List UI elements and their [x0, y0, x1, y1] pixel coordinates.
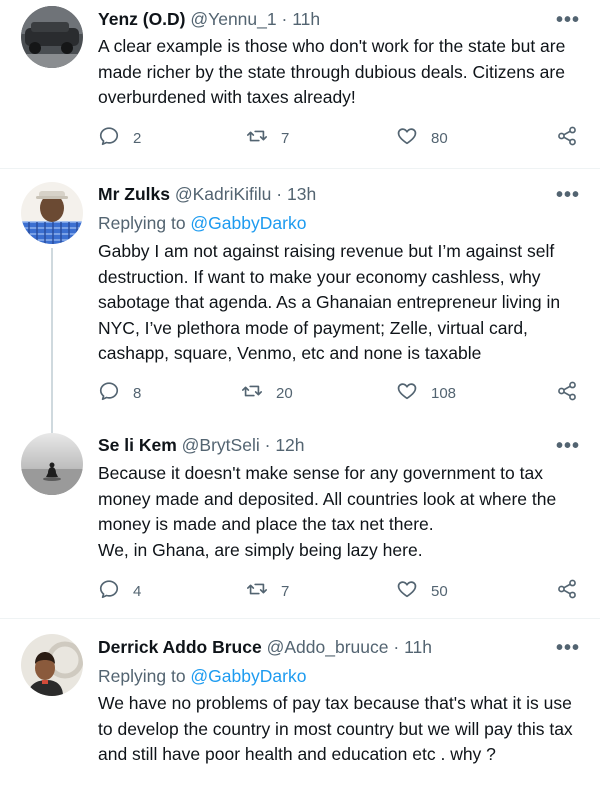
- retweet-button[interactable]: 7: [246, 126, 289, 150]
- share-button[interactable]: [556, 381, 578, 405]
- share-icon: [556, 125, 578, 152]
- share-button[interactable]: [556, 579, 578, 603]
- display-name[interactable]: Yenz (O.D): [98, 9, 186, 29]
- avatar-se-li-kem[interactable]: [21, 433, 83, 495]
- like-button[interactable]: 108: [396, 381, 456, 405]
- tweet-paragraph: Gabby I am not against raising revenue b…: [98, 241, 561, 363]
- reply-icon: [98, 125, 120, 152]
- retweet-icon: [241, 380, 263, 407]
- more-icon[interactable]: •••: [556, 185, 580, 205]
- action-bar: 4 7 50: [98, 579, 588, 603]
- tweet-header: Derrick Addo Bruce @Addo_bruuce · 11h: [98, 636, 432, 658]
- retweet-button[interactable]: 7: [246, 579, 289, 603]
- tweet-header: Yenz (O.D) @Yennu_1 · 11h: [98, 8, 320, 30]
- user-handle[interactable]: @Addo_bruuce: [267, 637, 389, 657]
- retweet-icon: [246, 125, 268, 152]
- retweet-button[interactable]: 20: [241, 381, 293, 405]
- separator-dot: ·: [281, 9, 288, 29]
- avatar-yenz[interactable]: [21, 6, 83, 68]
- timestamp[interactable]: 13h: [287, 184, 316, 204]
- tweet-header: Mr Zulks @KadriKifilu · 13h: [98, 183, 316, 205]
- reply-button[interactable]: 8: [98, 381, 141, 405]
- heart-icon: [396, 380, 418, 407]
- like-button[interactable]: 80: [396, 126, 448, 150]
- action-bar: 2 7 80: [98, 126, 588, 150]
- separator-dot: ·: [393, 637, 400, 657]
- reply-count: 4: [133, 582, 142, 600]
- like-count: 50: [431, 582, 448, 600]
- action-bar: 8 20 108: [98, 381, 588, 405]
- user-handle[interactable]: @BrytSeli: [182, 435, 260, 455]
- timestamp[interactable]: 12h: [275, 435, 304, 455]
- reply-count: 2: [133, 129, 142, 147]
- tweet-derrick-addo-bruce[interactable]: Derrick Addo Bruce @Addo_bruuce · 11h ••…: [0, 619, 600, 796]
- tweet-paragraph: A clear example is those who don't work …: [98, 36, 566, 107]
- mention-link[interactable]: @GabbyDarko: [190, 213, 306, 233]
- separator-dot: ·: [264, 435, 271, 455]
- replying-to-label: Replying to: [98, 213, 191, 233]
- retweet-count: 7: [281, 129, 290, 147]
- replying-to: Replying to @GabbyDarko: [98, 212, 306, 234]
- replying-to-label: Replying to: [98, 666, 191, 686]
- reply-icon: [98, 380, 120, 407]
- like-count: 108: [431, 384, 457, 402]
- share-button[interactable]: [556, 126, 578, 150]
- reply-button[interactable]: 4: [98, 579, 141, 603]
- like-button[interactable]: 50: [396, 579, 448, 603]
- tweet-paragraph: We, in Ghana, are simply being lazy here…: [98, 539, 423, 560]
- tweet-yenz[interactable]: Yenz (O.D) @Yennu_1 · 11h ••• A clear ex…: [0, 0, 600, 168]
- timestamp[interactable]: 11h: [292, 9, 320, 29]
- reply-icon: [98, 578, 120, 605]
- mention-link[interactable]: @GabbyDarko: [190, 666, 306, 686]
- tweet-text: We have no problems of pay tax because t…: [98, 691, 588, 768]
- tweet-text: A clear example is those who don't work …: [98, 34, 588, 111]
- display-name[interactable]: Mr Zulks: [98, 184, 170, 204]
- reply-count: 8: [133, 384, 142, 402]
- like-count: 80: [431, 129, 448, 147]
- display-name[interactable]: Se li Kem: [98, 435, 177, 455]
- more-icon[interactable]: •••: [556, 436, 580, 456]
- retweet-count: 20: [276, 384, 293, 402]
- heart-icon: [396, 578, 418, 605]
- user-handle[interactable]: @Yennu_1: [190, 9, 276, 29]
- tweet-paragraph: Because it doesn't make sense for any go…: [98, 463, 557, 534]
- user-handle[interactable]: @KadriKifilu: [175, 184, 272, 204]
- avatar-derrick-addo-bruce[interactable]: [21, 634, 83, 696]
- more-icon[interactable]: •••: [556, 10, 580, 30]
- share-icon: [556, 380, 578, 407]
- replying-to: Replying to @GabbyDarko: [98, 665, 306, 687]
- tweet-text: Because it doesn't make sense for any go…: [98, 461, 588, 563]
- tweet-paragraph: We have no problems of pay tax because t…: [98, 693, 573, 764]
- retweet-count: 7: [281, 582, 290, 600]
- heart-icon: [396, 125, 418, 152]
- timestamp[interactable]: 11h: [404, 637, 432, 657]
- tweet-text: Gabby I am not against raising revenue b…: [98, 239, 588, 367]
- tweet-header: Se li Kem @BrytSeli · 12h: [98, 434, 305, 456]
- reply-button[interactable]: 2: [98, 126, 141, 150]
- display-name[interactable]: Derrick Addo Bruce: [98, 637, 262, 657]
- tweet-se-li-kem[interactable]: Se li Kem @BrytSeli · 12h ••• Because it…: [0, 420, 600, 618]
- more-icon[interactable]: •••: [556, 638, 580, 658]
- thread-line: [51, 248, 53, 433]
- separator-dot: ·: [276, 184, 283, 204]
- tweet-mr-zulks[interactable]: Mr Zulks @KadriKifilu · 13h ••• Replying…: [0, 169, 600, 433]
- share-icon: [556, 578, 578, 605]
- retweet-icon: [246, 578, 268, 605]
- avatar-mr-zulks[interactable]: [21, 182, 83, 244]
